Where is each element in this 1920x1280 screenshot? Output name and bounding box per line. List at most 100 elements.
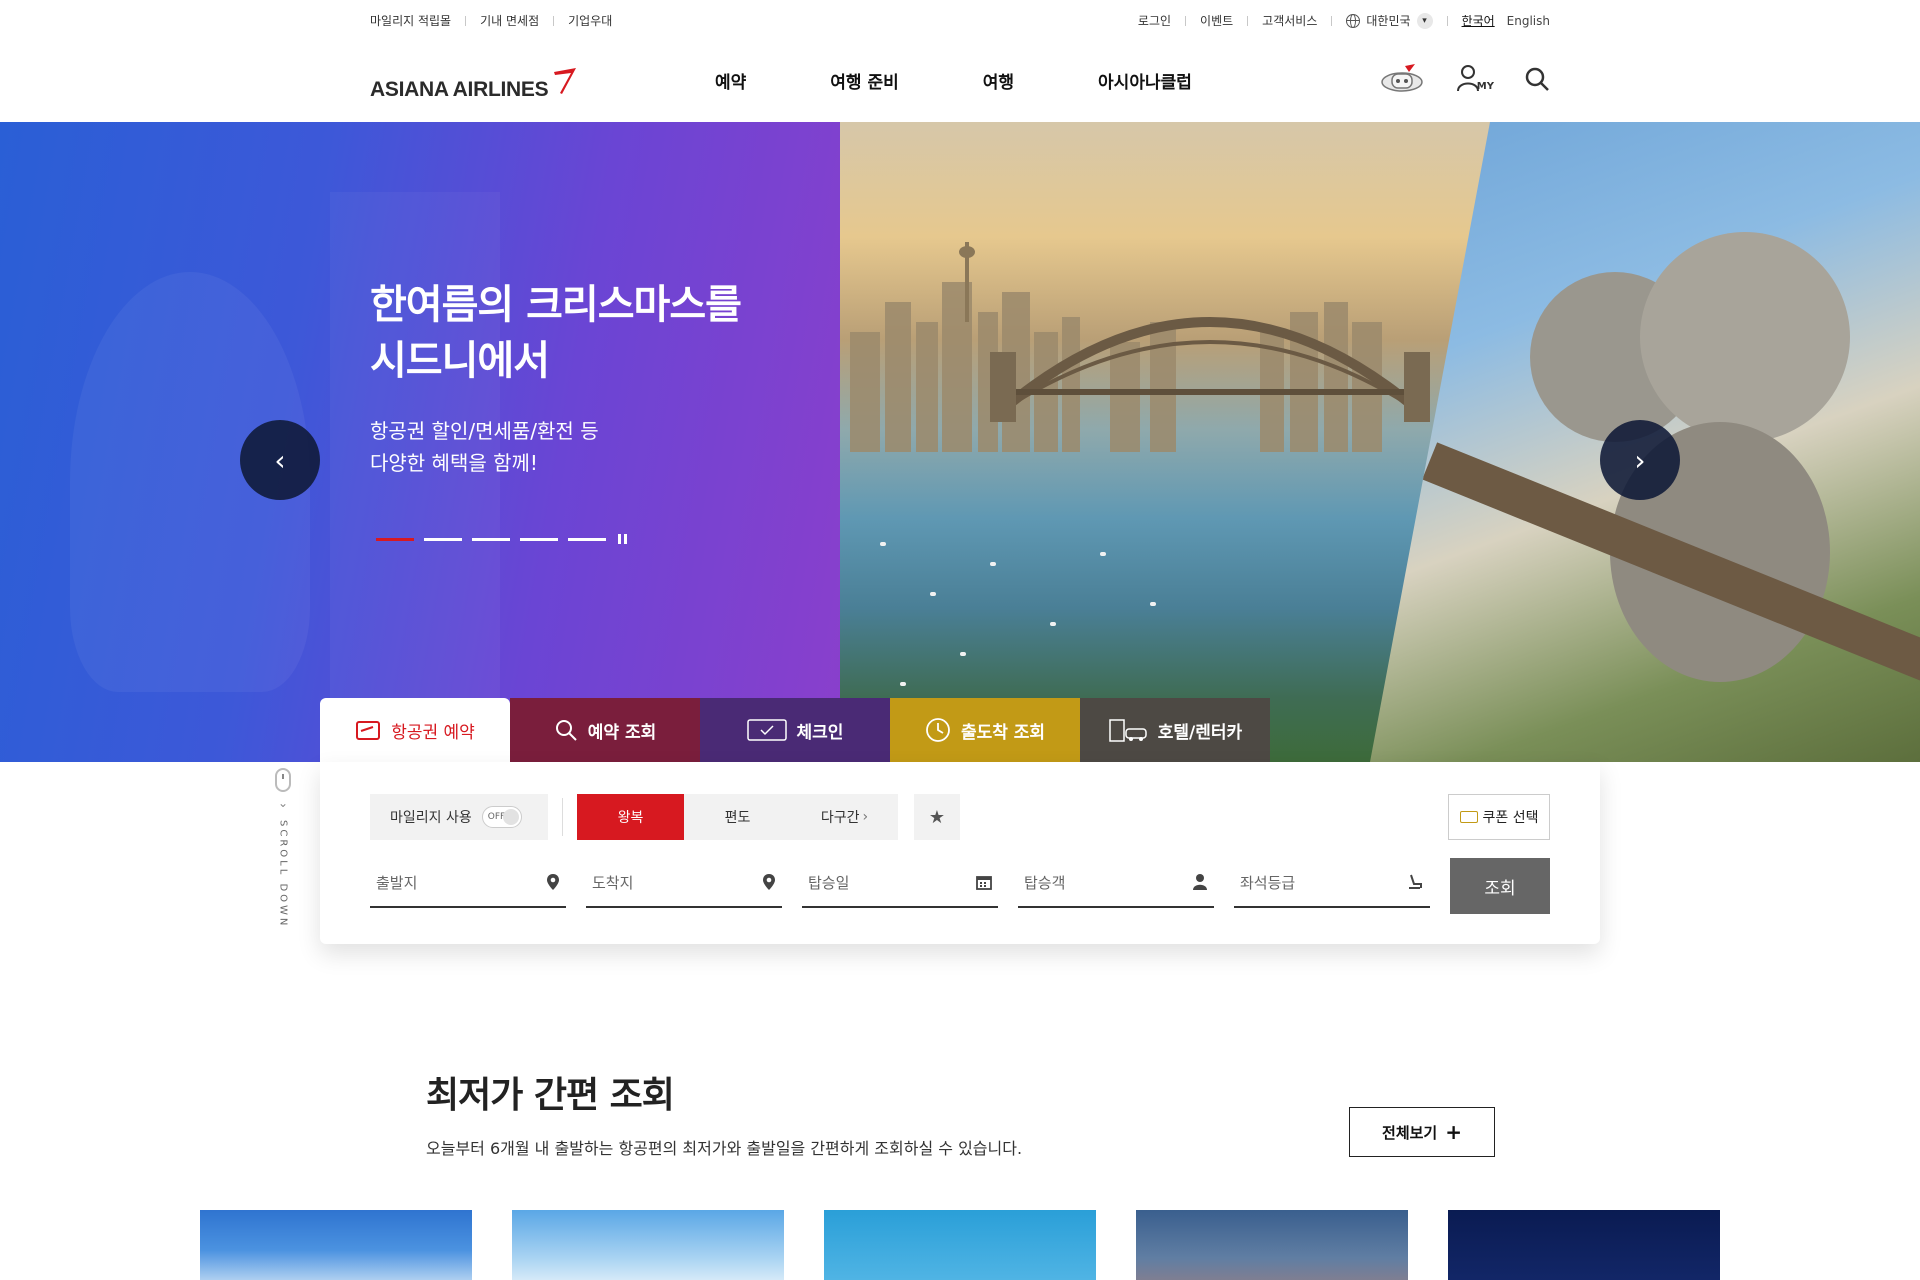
hero-title-line: 한여름의 크리스마스를: [370, 282, 742, 328]
divider: [1446, 15, 1448, 26]
view-all-label: 전체보기: [1382, 1123, 1438, 1142]
star-icon: ★: [928, 806, 946, 828]
next-slide-button[interactable]: ›: [1600, 420, 1680, 500]
mouse-icon: [275, 768, 291, 792]
plus-icon: +: [1445, 1120, 1462, 1144]
person-icon: [1193, 874, 1207, 890]
divider: [562, 798, 563, 836]
slide-indicator-4[interactable]: [520, 537, 558, 541]
chatbot-icon[interactable]: [1379, 62, 1425, 96]
boarding-pass-icon: [746, 718, 787, 742]
location-pin-icon: [547, 874, 559, 890]
chevron-left-icon: ‹: [274, 443, 286, 477]
trip-type-selector: 왕복 편도 다구간 ›: [577, 794, 898, 840]
trip-multicity-label: 다구간: [820, 810, 860, 826]
destination-field[interactable]: 도착지: [586, 858, 782, 908]
hero-subtitle-line: 다양한 혜택을 함께!: [370, 451, 538, 475]
pause-icon[interactable]: [618, 534, 630, 544]
prev-slide-button[interactable]: ‹: [240, 420, 320, 500]
tab-checkin[interactable]: 체크인: [700, 698, 890, 762]
chevron-right-icon: ›: [862, 809, 869, 825]
utility-bar: 마일리지 적립몰 기내 면세점 기업우대 로그인 이벤트 고객서비스 대한민국 …: [0, 0, 1920, 40]
util-link-customer-service[interactable]: 고객서비스: [1262, 12, 1317, 29]
lang-korean[interactable]: 한국어: [1462, 12, 1495, 29]
chevron-down-icon: ⌄: [277, 796, 289, 810]
util-link-event[interactable]: 이벤트: [1200, 12, 1233, 29]
trip-round-button[interactable]: 왕복: [577, 794, 684, 840]
fare-card-image[interactable]: [200, 1210, 472, 1280]
nav-item-asiana-club[interactable]: 아시아나클럽: [1098, 68, 1192, 93]
tab-arrival-departure[interactable]: 출도착 조회: [890, 698, 1080, 762]
cabin-class-field[interactable]: 좌석등급: [1234, 858, 1430, 908]
header-icons: MY: [1349, 62, 1550, 96]
tab-flight-booking[interactable]: 항공권 예약: [320, 698, 510, 762]
booking-tabs: 항공권 예약 예약 조회 체크인 출도착 조회 호텔/렌터카: [320, 698, 1270, 762]
region-selector[interactable]: 대한민국: [1366, 12, 1410, 29]
mileage-toggle-box[interactable]: 마일리지 사용 OFF: [370, 794, 548, 840]
boat: [990, 562, 996, 566]
divider: [1331, 15, 1333, 26]
date-placeholder: 탑승일: [808, 873, 850, 892]
scroll-down-indicator[interactable]: ⌄ SCROLL DOWN: [272, 768, 294, 928]
section-description: 오늘부터 6개월 내 출발하는 항공편의 최저가와 출발일을 간편하게 조회하실…: [426, 1139, 1023, 1158]
clock-icon: [925, 717, 951, 743]
tab-booking-lookup[interactable]: 예약 조회: [510, 698, 700, 762]
logo-text: ASIANA AIRLINES: [370, 78, 549, 101]
fare-card-image[interactable]: [512, 1210, 784, 1280]
coupon-icon: [1459, 811, 1478, 823]
util-link-corporate[interactable]: 기업우대: [568, 12, 612, 29]
booking-panel: 마일리지 사용 OFF 왕복 편도 다구간 › ★ 쿠폰 선택 출발지 도착지: [320, 762, 1600, 944]
util-link-duty-free[interactable]: 기내 면세점: [480, 12, 539, 29]
tab-hotel-rentcar[interactable]: 호텔/렌터카: [1080, 698, 1270, 762]
chevron-down-icon[interactable]: ▾: [1416, 12, 1433, 29]
cabin-placeholder: 좌석등급: [1240, 873, 1296, 892]
lang-english[interactable]: English: [1507, 14, 1550, 28]
my-page-icon[interactable]: MY: [1455, 63, 1494, 95]
logo-wing-icon: [554, 68, 577, 94]
origin-placeholder: 출발지: [376, 873, 418, 892]
slide-indicators: [376, 534, 630, 544]
asiana-logo[interactable]: ASIANA AIRLINES: [370, 66, 578, 102]
booking-fields-row: 출발지 도착지 탑승일 탑승객 좌석등급 조회: [370, 858, 1550, 914]
date-field[interactable]: 탑승일: [802, 858, 998, 908]
trip-multicity-button[interactable]: 다구간 ›: [791, 794, 898, 840]
passenger-placeholder: 탑승객: [1024, 873, 1066, 892]
trip-oneway-button[interactable]: 편도: [684, 794, 791, 840]
nav-item-travel-prep[interactable]: 여행 준비: [830, 68, 898, 93]
boat: [1100, 552, 1106, 556]
slide-indicator-2[interactable]: [424, 537, 462, 541]
fare-cards: [200, 1210, 1760, 1280]
mileage-toggle[interactable]: OFF: [481, 806, 522, 828]
tab-label: 예약 조회: [587, 722, 657, 743]
coupon-select-button[interactable]: 쿠폰 선택: [1448, 794, 1550, 840]
booking-options-row: 마일리지 사용 OFF 왕복 편도 다구간 › ★: [370, 794, 960, 840]
ticket-icon: [355, 719, 381, 741]
nav-item-travel[interactable]: 여행: [983, 68, 1014, 93]
search-icon: [554, 718, 578, 742]
slide-indicator-5[interactable]: [568, 537, 606, 541]
fare-card-image[interactable]: [1136, 1210, 1408, 1280]
fare-card-image[interactable]: [1448, 1210, 1720, 1280]
passenger-field[interactable]: 탑승객: [1018, 858, 1214, 908]
toggle-state: OFF: [487, 812, 506, 822]
util-link-mileage-mall[interactable]: 마일리지 적립몰: [370, 12, 451, 29]
favorite-star-button[interactable]: ★: [914, 794, 960, 840]
view-all-button[interactable]: 전체보기 +: [1349, 1107, 1495, 1157]
hero-subtitle: 항공권 할인/면세품/환전 등 다양한 혜택을 함께!: [370, 415, 741, 479]
location-pin-icon: [763, 874, 775, 890]
boat: [960, 652, 966, 656]
slide-indicator-1[interactable]: [376, 537, 414, 541]
search-icon[interactable]: [1524, 66, 1550, 92]
fare-card-image[interactable]: [824, 1210, 1096, 1280]
boat: [1150, 602, 1156, 606]
origin-field[interactable]: 출발지: [370, 858, 566, 908]
nav-item-reservation[interactable]: 예약: [715, 68, 746, 93]
globe-icon: [1346, 13, 1361, 28]
slide-indicator-3[interactable]: [472, 537, 510, 541]
util-link-login[interactable]: 로그인: [1138, 12, 1171, 29]
calendar-icon: [976, 876, 992, 890]
harbour-bridge-image: [990, 317, 1430, 422]
flight-search-button[interactable]: 조회: [1450, 858, 1550, 914]
tab-label: 항공권 예약: [391, 722, 475, 743]
utility-left-links: 마일리지 적립몰 기내 면세점 기업우대: [370, 12, 612, 29]
